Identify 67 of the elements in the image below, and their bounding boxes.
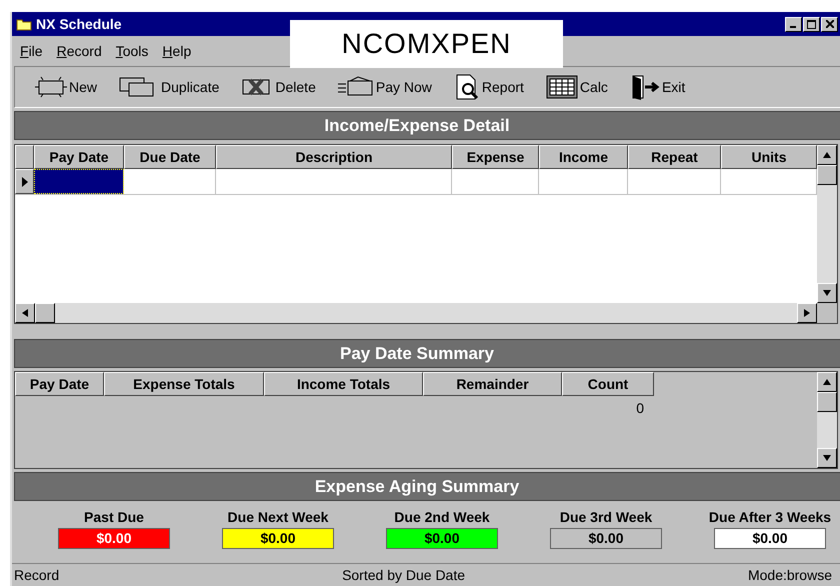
envelope-icon xyxy=(338,76,374,98)
close-button[interactable] xyxy=(821,16,838,32)
column-header[interactable]: Income xyxy=(539,145,628,169)
maximize-button[interactable] xyxy=(803,16,820,32)
envelope-icon xyxy=(35,76,67,98)
column-header[interactable]: Pay Date xyxy=(15,372,104,396)
window-title: NX Schedule xyxy=(36,16,122,32)
down-arrow-icon[interactable] xyxy=(823,455,831,461)
aging-label: Due 2nd Week xyxy=(394,509,490,525)
left-arrow-icon[interactable] xyxy=(22,309,28,317)
column-header[interactable]: Count xyxy=(562,372,654,396)
section-header: Expense Aging Summary xyxy=(14,472,840,501)
column-header[interactable]: Units xyxy=(721,145,817,169)
pointer-icon xyxy=(22,176,28,186)
aging-label: Due 3rd Week xyxy=(560,509,652,525)
duplicate-button[interactable]: Duplicate xyxy=(119,76,220,98)
aging-amount: $0.00 xyxy=(550,528,662,549)
column-header[interactable]: Remainder xyxy=(423,372,562,396)
aging-amount: $0.00 xyxy=(58,528,170,549)
paynow-button[interactable]: Pay Now xyxy=(338,76,432,98)
column-header[interactable]: Expense xyxy=(452,145,539,169)
status-text: Mode:browse xyxy=(748,567,832,583)
down-arrow-icon[interactable] xyxy=(823,290,831,296)
section-header: Pay Date Summary xyxy=(14,339,840,368)
column-header[interactable]: Description xyxy=(216,145,452,169)
vertical-scrollbar[interactable] xyxy=(817,145,837,323)
count-cell-text: 0 xyxy=(635,399,645,418)
menu-item[interactable]: Tools xyxy=(116,43,148,59)
menu-item[interactable]: File xyxy=(20,43,43,59)
column-header[interactable]: Pay Date xyxy=(34,145,124,169)
aging-label: Past Due xyxy=(84,509,144,525)
door-icon xyxy=(630,74,660,100)
menu-item[interactable]: Help xyxy=(162,43,192,59)
new-button[interactable]: New xyxy=(35,76,98,98)
maximize-icon xyxy=(807,20,816,28)
aging-amount: $0.00 xyxy=(714,528,826,549)
column-header[interactable]: Due Date xyxy=(124,145,216,169)
close-icon xyxy=(826,20,834,28)
menu-item[interactable]: Record xyxy=(56,43,102,59)
aging-amount: $0.00 xyxy=(386,528,498,549)
vertical-scrollbar[interactable] xyxy=(817,372,837,468)
minimize-button[interactable] xyxy=(785,16,802,32)
exit-button[interactable]: Exit xyxy=(630,74,686,100)
column-header[interactable]: Repeat xyxy=(628,145,721,169)
aging-label: Due After 3 Weeks xyxy=(708,509,832,525)
status-text: Record xyxy=(14,567,60,583)
status-text: Sorted by Due Date xyxy=(342,567,466,583)
up-arrow-icon[interactable] xyxy=(823,379,831,385)
delete-button[interactable]: Delete xyxy=(241,76,316,98)
right-arrow-icon[interactable] xyxy=(804,309,810,317)
scroll-thumb[interactable] xyxy=(817,392,837,412)
section-header: Income/Expense Detail xyxy=(14,111,840,140)
up-arrow-icon[interactable] xyxy=(823,152,831,158)
scrollbar-corner xyxy=(817,303,837,323)
banner-label: NCOMXPEN xyxy=(290,20,563,68)
aging-label: Due Next Week xyxy=(228,509,328,525)
report-icon xyxy=(454,74,480,100)
calculator-icon xyxy=(546,75,578,99)
calc-button[interactable]: Calc xyxy=(546,75,608,99)
column-header[interactable]: Expense Totals xyxy=(104,372,264,396)
table-cell[interactable] xyxy=(34,169,124,194)
column-header[interactable]: Income Totals xyxy=(264,372,423,396)
scroll-thumb[interactable] xyxy=(35,303,55,323)
report-button[interactable]: Report xyxy=(454,74,524,100)
folder-icon xyxy=(16,17,32,31)
scroll-thumb[interactable] xyxy=(817,165,837,185)
aging-amount: $0.00 xyxy=(222,528,334,549)
